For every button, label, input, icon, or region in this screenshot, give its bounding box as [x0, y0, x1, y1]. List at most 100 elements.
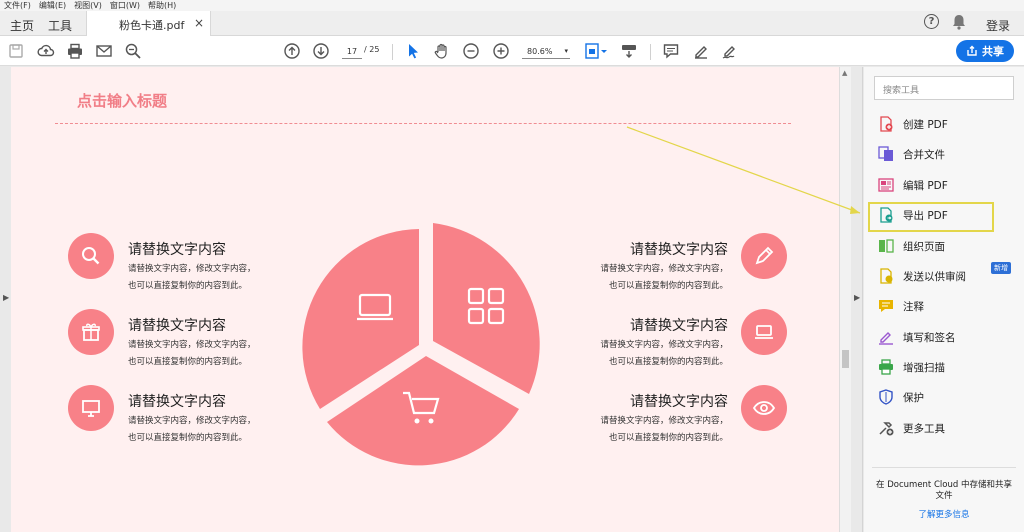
signature-icon — [722, 46, 735, 59]
left-pane-toggle[interactable]: ▶ — [0, 67, 11, 532]
tool-fill-sign[interactable]: 填写和签名 — [878, 326, 1018, 348]
menu-edit[interactable]: 编辑(E) — [35, 0, 70, 11]
page-fit-icon — [585, 43, 607, 59]
login-link[interactable]: 登录 — [986, 17, 1010, 34]
zoom-search-icon — [125, 43, 141, 59]
right-item-2-text: 也可以直接复制你的内容到此。 — [608, 357, 728, 367]
left-item-1-text: 请替换文字内容，修改文字内容， — [128, 264, 256, 274]
annotation-highlight-box — [868, 202, 994, 232]
tool-organize-pages[interactable]: 组织页面 — [878, 235, 1018, 257]
hand-icon — [434, 43, 447, 59]
tool-label: 更多工具 — [903, 422, 945, 435]
help-button[interactable]: ? — [924, 14, 939, 29]
highlight-button[interactable] — [692, 42, 710, 60]
tool-label: 增强扫描 — [903, 361, 945, 374]
panel-divider — [872, 467, 1016, 468]
menu-window[interactable]: 窗口(W) — [106, 0, 144, 11]
tool-enhance-scan[interactable]: 增强扫描 — [878, 356, 1018, 378]
right-item-1-heading: 请替换文字内容 — [630, 242, 728, 258]
print-button[interactable] — [66, 42, 84, 60]
prev-page-button[interactable] — [283, 42, 301, 60]
page-display-button[interactable] — [584, 42, 608, 60]
tool-label: 组织页面 — [903, 240, 945, 253]
combine-files-icon — [878, 146, 894, 162]
upload-button[interactable] — [37, 42, 55, 60]
tool-label: 发送以供审阅 — [903, 270, 966, 283]
send-review-icon — [878, 268, 894, 284]
tab-home[interactable]: 主页 — [10, 17, 34, 34]
tool-edit-pdf[interactable]: 编辑 PDF — [878, 174, 1018, 196]
toolbar-divider — [650, 44, 651, 60]
zoom-out-button[interactable] — [462, 42, 480, 60]
select-tool-button[interactable] — [404, 42, 422, 60]
more-tools-icon — [878, 420, 894, 436]
zoom-in-button[interactable] — [492, 42, 510, 60]
left-item-3-heading: 请替换文字内容 — [128, 394, 226, 410]
right-item-2-heading: 请替换文字内容 — [630, 318, 728, 334]
scrollbar-thumb[interactable] — [842, 350, 849, 368]
help-icon: ? — [924, 14, 939, 29]
left-item-2-text: 请替换文字内容，修改文字内容， — [128, 340, 256, 350]
right-item-3-text: 请替换文字内容，修改文字内容， — [600, 416, 728, 426]
search-tools-input[interactable]: 搜索工具 — [874, 76, 1014, 100]
tab-document[interactable]: 粉色卡通.pdf × — [86, 11, 211, 36]
save-icon — [9, 44, 23, 58]
chevron-down-icon: ▾ — [564, 47, 568, 55]
find-button[interactable] — [124, 42, 142, 60]
sign-button[interactable] — [721, 42, 739, 60]
read-mode-button[interactable] — [620, 42, 638, 60]
email-button[interactable] — [95, 42, 113, 60]
share-button-label: 共享 — [982, 45, 1004, 58]
tool-label: 合并文件 — [903, 148, 945, 161]
minus-circle-icon — [463, 43, 479, 59]
fill-sign-icon — [878, 329, 894, 345]
title-divider — [55, 123, 791, 124]
scroll-up-icon[interactable]: ▲ — [842, 69, 847, 77]
tool-create-pdf[interactable]: 创建 PDF — [878, 113, 1018, 135]
vertical-scrollbar[interactable]: ▲ — [839, 67, 851, 532]
zoom-level-select[interactable]: 80.6% ▾ — [522, 44, 570, 59]
right-item-2-text: 请替换文字内容，修改文字内容， — [600, 340, 728, 350]
tab-tools[interactable]: 工具 — [48, 17, 72, 34]
tool-more-tools[interactable]: 更多工具 — [878, 417, 1018, 439]
create-pdf-icon — [878, 116, 894, 132]
next-page-button[interactable] — [312, 42, 330, 60]
tool-comment[interactable]: 注释 — [878, 295, 1018, 317]
document-cloud-text: 在 Document Cloud 中存储和共享文件 — [876, 480, 1012, 501]
keyboard-icon — [622, 45, 636, 58]
menu-view[interactable]: 视图(V) — [70, 0, 106, 11]
left-item-3-text: 请替换文字内容，修改文字内容， — [128, 416, 256, 426]
laptop-icon — [741, 309, 787, 355]
menu-file[interactable]: 文件(F) — [0, 0, 35, 11]
edit-pdf-icon — [878, 177, 894, 193]
notification-button[interactable] — [952, 14, 966, 30]
printer-icon — [68, 43, 82, 59]
right-pane-toggle[interactable]: ▶ — [851, 67, 863, 532]
comment-button[interactable] — [662, 42, 680, 60]
share-icon — [967, 45, 977, 56]
search-icon — [68, 233, 114, 279]
right-item-3-heading: 请替换文字内容 — [630, 394, 728, 410]
left-item-1-text: 也可以直接复制你的内容到此。 — [128, 281, 248, 291]
new-badge: 新增 — [991, 262, 1011, 274]
plus-circle-icon — [493, 43, 509, 59]
envelope-icon — [96, 45, 112, 57]
page-number-input[interactable]: 17 — [342, 44, 362, 59]
close-tab-button[interactable]: × — [194, 16, 204, 30]
learn-more-link[interactable]: 了解更多信息 — [872, 508, 1016, 520]
share-button[interactable]: 共享 — [956, 40, 1014, 62]
tool-combine-files[interactable]: 合并文件 — [878, 143, 1018, 165]
menu-help[interactable]: 帮助(H) — [144, 0, 180, 11]
enhance-scan-icon — [878, 359, 894, 375]
hand-tool-button[interactable] — [433, 42, 451, 60]
pencil-icon — [741, 233, 787, 279]
save-button[interactable] — [7, 42, 25, 60]
tab-bar: 主页 工具 粉色卡通.pdf × ? 登录 — [0, 11, 1024, 36]
left-item-3-text: 也可以直接复制你的内容到此。 — [128, 433, 248, 443]
tool-protect[interactable]: 保护 — [878, 386, 1018, 408]
chevron-right-icon: ▶ — [854, 293, 861, 302]
arrow-down-circle-icon — [313, 43, 329, 59]
tool-label: 保护 — [903, 391, 924, 404]
arrow-up-circle-icon — [284, 43, 300, 59]
pie-segment-right — [433, 223, 540, 394]
